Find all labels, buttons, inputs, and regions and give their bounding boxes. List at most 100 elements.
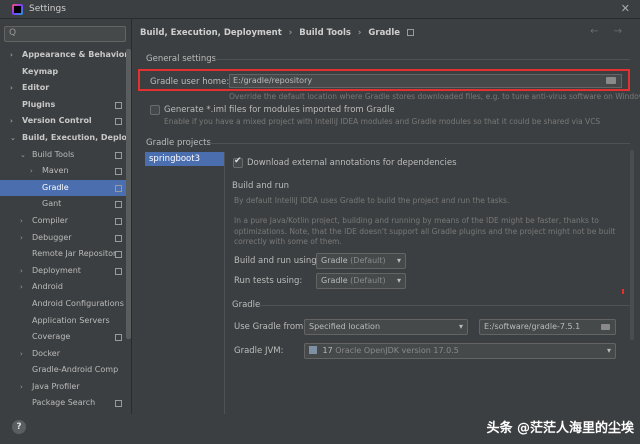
sidebar-item[interactable]: ⌄ Build, Execution, Deploym bbox=[0, 130, 131, 147]
sidebar-item[interactable]: › Version Control bbox=[0, 113, 126, 130]
sidebar-item[interactable]: › Editor bbox=[0, 80, 126, 97]
sidebar-item[interactable]: › Java Profiler bbox=[0, 379, 126, 396]
run-tests-using-dropdown[interactable]: Gradle (Default) ▾ bbox=[316, 273, 406, 289]
gradle-projects-list: springboot3 bbox=[145, 152, 225, 414]
project-config-icon bbox=[115, 400, 122, 408]
folder-icon[interactable] bbox=[601, 324, 610, 330]
gradle-user-home-highlight: Gradle user home: E:/gradle/repository bbox=[138, 69, 630, 91]
run-tests-using-value: Gradle bbox=[321, 276, 348, 285]
use-gradle-from-dropdown[interactable]: Specified location ▾ bbox=[304, 319, 468, 335]
sidebar-item[interactable]: › Appearance & Behavior bbox=[0, 47, 129, 64]
chevron-down-icon: ▾ bbox=[606, 346, 611, 355]
chevron-icon[interactable]: › bbox=[20, 279, 23, 296]
error-marker bbox=[622, 289, 624, 294]
sidebar-item[interactable]: Android Configurations bbox=[0, 296, 126, 313]
sidebar-scrollbar[interactable] bbox=[126, 49, 131, 339]
gradle-jvm-dropdown[interactable]: 17 Oracle OpenJDK version 17.0.5 ▾ bbox=[304, 343, 616, 359]
sidebar-item[interactable]: › Maven bbox=[0, 163, 126, 180]
project-item-springboot3[interactable]: springboot3 bbox=[145, 152, 224, 166]
sidebar-item[interactable]: › Compiler bbox=[0, 213, 126, 230]
sidebar-item[interactable]: Gradle bbox=[0, 179, 126, 197]
gradle-user-home-hint: Override the default location where Grad… bbox=[229, 92, 640, 101]
build-run-using-value: Gradle bbox=[321, 256, 348, 265]
generate-iml-checkbox[interactable] bbox=[150, 105, 160, 115]
sidebar-item[interactable]: Plugins bbox=[0, 97, 126, 114]
project-config-icon bbox=[115, 201, 122, 209]
chevron-icon[interactable]: › bbox=[20, 213, 23, 230]
sidebar-item-label: Docker bbox=[32, 348, 61, 358]
help-button[interactable]: ? bbox=[12, 420, 26, 434]
sidebar-item[interactable]: Gradle-Android Comp bbox=[0, 362, 126, 379]
sidebar-item-label: Build Tools bbox=[32, 149, 75, 159]
chevron-icon[interactable]: › bbox=[20, 346, 23, 363]
sidebar-item-label: Build, Execution, Deploym bbox=[22, 132, 132, 142]
sidebar-item-label: Gradle-Android Comp bbox=[32, 365, 119, 375]
sidebar-item-label: Java Profiler bbox=[32, 381, 80, 391]
gradle-user-home-label: Gradle user home: bbox=[150, 77, 230, 87]
sidebar-item-label: Appearance & Behavior bbox=[22, 50, 129, 59]
sidebar-item[interactable]: › Deployment bbox=[0, 263, 126, 280]
sidebar-item[interactable]: Remote Jar Repositor bbox=[0, 246, 126, 263]
build-run-using-label: Build and run using: bbox=[234, 256, 320, 266]
chevron-icon[interactable]: ⌄ bbox=[20, 147, 26, 164]
sidebar-item-label: Maven bbox=[42, 166, 69, 176]
divider bbox=[260, 305, 630, 306]
general-settings-title: General settings bbox=[146, 54, 217, 64]
divider bbox=[215, 59, 630, 60]
project-config-icon bbox=[115, 101, 122, 109]
build-run-note-line: correctly with some of them. bbox=[234, 237, 342, 246]
chevron-down-icon: ▾ bbox=[396, 256, 401, 265]
project-config-icon bbox=[115, 267, 122, 275]
project-config-icon bbox=[115, 334, 122, 342]
sidebar-item-label: Keymap bbox=[22, 66, 59, 76]
close-icon[interactable]: ✕ bbox=[621, 2, 630, 15]
sidebar-item[interactable]: › Docker bbox=[0, 346, 126, 363]
chevron-icon[interactable]: ⌄ bbox=[10, 130, 16, 147]
use-gradle-from-label: Use Gradle from: bbox=[234, 322, 307, 332]
sidebar-item-label: Plugins bbox=[22, 99, 56, 109]
build-run-note: In a pure Java/Kotlin project, building … bbox=[234, 216, 624, 248]
sidebar-item[interactable]: ⌄ Build Tools bbox=[0, 147, 126, 164]
build-run-using-dropdown[interactable]: Gradle (Default) ▾ bbox=[316, 253, 406, 269]
chevron-icon[interactable]: › bbox=[20, 379, 23, 396]
sidebar-item[interactable]: › Android bbox=[0, 279, 126, 296]
sidebar-item[interactable]: Application Servers bbox=[0, 313, 126, 330]
settings-sidebar: Q › Appearance & Behavior Keymap › Editor Plu… bbox=[0, 19, 132, 414]
breadcrumb-build-tools[interactable]: Build Tools bbox=[299, 28, 351, 38]
chevron-icon[interactable]: › bbox=[20, 230, 23, 247]
gradle-jvm-label: Gradle JVM: bbox=[234, 346, 284, 356]
chevron-icon[interactable]: › bbox=[10, 80, 13, 97]
use-gradle-from-value: Specified location bbox=[309, 322, 381, 331]
chevron-icon[interactable]: › bbox=[10, 47, 13, 64]
run-tests-using-label: Run tests using: bbox=[234, 276, 303, 286]
gradle-user-home-input[interactable]: E:/gradle/repository bbox=[229, 74, 622, 88]
sidebar-item-label: Gradle bbox=[42, 182, 69, 192]
chevron-icon[interactable]: › bbox=[20, 263, 23, 280]
sidebar-item[interactable]: Gant bbox=[0, 196, 126, 213]
folder-icon[interactable] bbox=[606, 77, 616, 84]
project-config-icon bbox=[115, 184, 122, 192]
breadcrumb-gradle: Gradle bbox=[368, 28, 401, 38]
gradle-location-input[interactable]: E:/software/gradle-7.5.1 bbox=[479, 319, 616, 335]
sidebar-item-label: Remote Jar Repositor bbox=[32, 249, 117, 259]
settings-search-input[interactable]: Q bbox=[4, 26, 126, 42]
chevron-icon[interactable]: › bbox=[30, 163, 33, 180]
project-config-icon bbox=[115, 217, 122, 225]
sidebar-item-label: Application Servers bbox=[32, 315, 110, 325]
sidebar-item[interactable]: Coverage bbox=[0, 329, 126, 346]
breadcrumb-build-execution[interactable]: Build, Execution, Deployment bbox=[140, 28, 282, 38]
back-forward-arrows[interactable]: ← → bbox=[590, 26, 628, 37]
default-suffix: (Default) bbox=[350, 256, 386, 265]
main-scrollbar[interactable] bbox=[630, 150, 634, 340]
sidebar-item[interactable]: Keymap bbox=[0, 64, 126, 81]
chevron-down-icon: ▾ bbox=[458, 322, 463, 331]
chevron-icon[interactable]: › bbox=[10, 113, 13, 130]
breadcrumb-separator: › bbox=[288, 28, 293, 38]
project-config-icon bbox=[115, 118, 122, 126]
download-annotations-checkbox[interactable] bbox=[233, 156, 243, 168]
window-title: Settings bbox=[29, 4, 66, 14]
sidebar-item[interactable]: Package Search bbox=[0, 395, 126, 412]
sidebar-item[interactable]: › Debugger bbox=[0, 230, 126, 247]
divider bbox=[207, 143, 630, 144]
sidebar-item-label: Deployment bbox=[32, 265, 81, 275]
